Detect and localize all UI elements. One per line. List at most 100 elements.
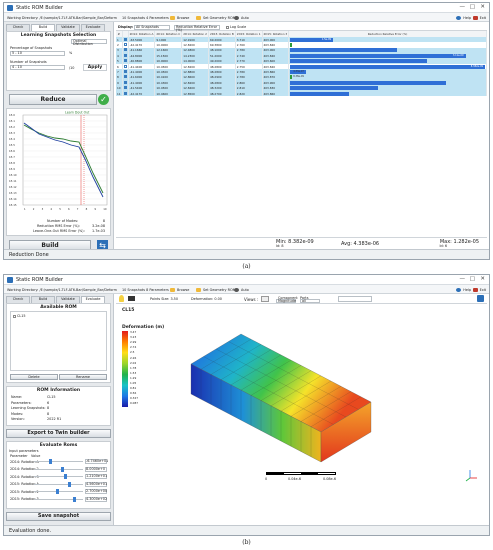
info-value: 6 [47, 400, 50, 405]
slider-handle[interactable] [64, 474, 68, 479]
caption-b: (b) [242, 539, 251, 546]
rom-item[interactable]: CL15 [13, 314, 26, 318]
legend-value: 1.29 [130, 375, 137, 380]
exit-button[interactable]: Exit [472, 287, 486, 292]
y-tick-label: 1E-12 [9, 185, 17, 189]
param-slider[interactable] [34, 496, 83, 502]
log-scale-checkbox[interactable]: Log Scale [226, 25, 246, 29]
y-tick-label: 1E-15 [9, 203, 17, 207]
bulb-icon[interactable] [119, 295, 124, 302]
camera-icon[interactable] [128, 296, 135, 301]
scale-mid: 0.04e-6 [288, 477, 302, 481]
help-icon [456, 287, 462, 292]
tab-evaluate[interactable]: Evaluate [81, 24, 105, 31]
help-button[interactable]: Help [456, 15, 471, 20]
rename-button[interactable]: Rename [59, 374, 107, 380]
distribution-select[interactable]: Optimal Distribution [71, 39, 107, 46]
pct-field[interactable]: 5 - 10 [10, 51, 65, 56]
settings-icon[interactable] [477, 295, 484, 302]
error-cell: 3.11e-09 [288, 53, 487, 59]
param-value[interactable]: 1.2100e+01 [85, 474, 107, 479]
search-input[interactable] [338, 296, 372, 302]
param-slider[interactable] [34, 474, 83, 479]
legend-value: 3.23 [130, 335, 137, 340]
close-icon[interactable]: ✕ [480, 4, 485, 10]
auto-button[interactable]: Auto [234, 15, 249, 20]
param-value[interactable]: -6.7460e+01 [85, 459, 108, 464]
scale-left: 0 [265, 477, 268, 481]
tab-evaluate[interactable]: Evaluate [81, 296, 105, 303]
tab-build[interactable]: Build [31, 24, 55, 31]
auto-button[interactable]: Auto [234, 287, 249, 292]
save-snapshot-button[interactable]: Save snapshot [6, 512, 111, 521]
parts-select[interactable]: all [300, 299, 320, 303]
slider-handle[interactable] [56, 489, 60, 494]
component-select[interactable]: Magnitude [276, 299, 296, 303]
param-slider[interactable] [34, 466, 83, 472]
reduce-button[interactable]: Reduce [9, 94, 97, 105]
export-button[interactable]: Export to Twin builder [6, 429, 111, 438]
param-value[interactable]: 4.5600e+01 [85, 481, 107, 487]
param-slider[interactable] [34, 489, 83, 494]
close-icon[interactable]: ✕ [480, 276, 485, 282]
minimize-icon[interactable]: — [460, 276, 466, 282]
num-field[interactable]: 4 - 10 [10, 65, 65, 70]
error-bar [290, 43, 293, 48]
checkbox-icon [123, 70, 127, 74]
maximize-icon[interactable]: □ [470, 4, 475, 10]
view-select[interactable] [261, 296, 269, 302]
apply-button[interactable]: Apply [83, 64, 107, 71]
tab-check[interactable]: Check [6, 24, 30, 31]
display-select[interactable]: All Snapshots [134, 24, 170, 30]
maximize-icon[interactable]: □ [470, 276, 475, 282]
y-tick-label: 1E-0 [9, 113, 15, 117]
param-value[interactable]: 4.3000e+02 [85, 496, 107, 502]
legend-value: 2.5 [130, 350, 135, 355]
set-geometry-button[interactable]: Set Geometry ROM [196, 15, 236, 20]
error-value: 8.38e-09 [293, 75, 304, 79]
3d-viewer[interactable]: CL15 Deformation (m) 3.47 3.23 2.99 2.74 2.5… [116, 304, 487, 523]
table-row[interactable]: 11 -42.4170 10.4600 12.8500 48.2700 2.820 403.… [116, 90, 487, 97]
browse-button[interactable]: Browse [170, 287, 189, 292]
modes-label: Number of Modes: [47, 219, 79, 223]
error-cell [288, 90, 487, 97]
y-tick-label: 1E-4 [9, 137, 15, 141]
param-row[interactable]: 2D14: Rotation A -6.7460e+01 [10, 459, 108, 464]
y-tick-label: 1E-11 [9, 179, 17, 183]
param-value[interactable]: 2.7000e+00 [85, 489, 107, 494]
param-slider[interactable] [34, 481, 83, 487]
param-value[interactable]: 8.0000e+0 [85, 466, 107, 472]
left-panel: Check Build Validate Evaluate Available … [4, 294, 114, 525]
set-geometry-button[interactable]: Set Geometry ROM [196, 287, 236, 292]
gear-icon [234, 15, 239, 20]
deformation-model[interactable] [171, 314, 391, 464]
slider-handle[interactable] [68, 481, 72, 487]
error-type-select[interactable]: Reduction Relative Error (%) [174, 24, 220, 31]
error-value: 8.382e-09 [470, 64, 483, 68]
info-row: Version: 2022 R1 [11, 417, 106, 423]
minimize-icon[interactable]: — [460, 4, 466, 10]
slider-handle[interactable] [60, 466, 64, 472]
exit-button[interactable]: Exit [472, 15, 486, 20]
min-id: Id: 8 [276, 244, 284, 248]
tab-validate[interactable]: Validate [56, 296, 80, 303]
checkbox-icon [123, 75, 127, 79]
param-row[interactable]: 2D15: Rotation 3 4.3000e+02 [10, 496, 107, 502]
views-label: Views : [244, 297, 259, 302]
checkbox-icon [123, 59, 127, 63]
slider-handle[interactable] [48, 459, 52, 464]
tab-validate[interactable]: Validate [56, 24, 80, 31]
slider-handle[interactable] [73, 496, 77, 502]
param-row[interactable]: 2D14: Rotation 3 1.2100e+01 [10, 474, 107, 479]
y-tick-label: 1E-8 [9, 161, 15, 165]
help-button[interactable]: Help [456, 287, 471, 292]
param-row[interactable]: 2D15: Rotation 2 2.7000e+00 [10, 489, 107, 494]
tab-build[interactable]: Build [31, 296, 55, 303]
browse-button[interactable]: Browse [170, 15, 189, 20]
cell: -42.4170 [128, 90, 156, 97]
param-row[interactable]: 2D14: Rotation 2 8.0000e+0 [10, 466, 107, 472]
param-row[interactable]: 2D15: Rotation A 4.5600e+01 [10, 481, 107, 487]
param-slider[interactable] [34, 459, 83, 464]
tab-check[interactable]: Check [6, 296, 30, 303]
delete-button[interactable]: Delete [10, 374, 58, 380]
